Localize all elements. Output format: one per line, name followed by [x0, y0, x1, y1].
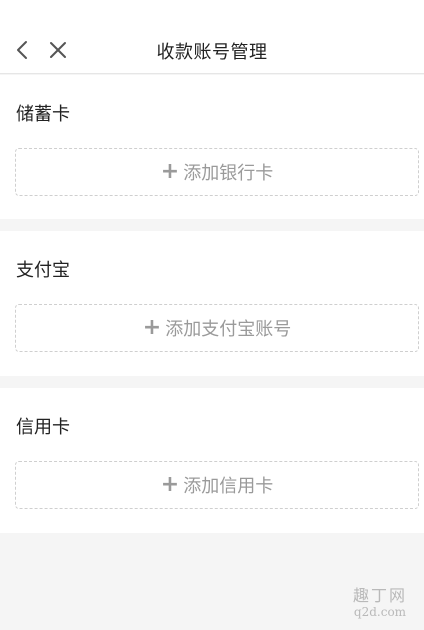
- section-label-savings-card: 储蓄卡: [16, 104, 70, 125]
- page-title: 收款账号管理: [156, 42, 268, 63]
- add-alipay-account-button[interactable]: + 添加支付宝账号: [15, 304, 419, 352]
- section-savings-card: 储蓄卡 + 添加银行卡: [0, 75, 424, 219]
- watermark: 趣丁网 q2d.com: [348, 588, 412, 624]
- add-credit-card-button[interactable]: + 添加信用卡: [15, 461, 419, 509]
- add-credit-card-label: 添加信用卡: [183, 476, 274, 497]
- header-bar: 收款账号管理: [0, 0, 424, 74]
- plus-icon: +: [160, 159, 180, 184]
- add-bank-card-button[interactable]: + 添加银行卡: [15, 148, 419, 196]
- add-alipay-account-label: 添加支付宝账号: [165, 319, 292, 340]
- watermark-top-text: 趣丁网: [352, 586, 407, 605]
- section-credit-card: 信用卡 + 添加信用卡: [0, 388, 424, 533]
- add-bank-card-label: 添加银行卡: [183, 163, 274, 184]
- plus-icon: +: [160, 472, 180, 497]
- section-alipay: 支付宝 + 添加支付宝账号: [0, 231, 424, 376]
- plus-icon: +: [142, 315, 162, 340]
- watermark-bottom-text: q2d.com: [353, 605, 407, 619]
- section-label-alipay: 支付宝: [16, 260, 70, 281]
- section-label-credit-card: 信用卡: [16, 417, 70, 438]
- app-root: 收款账号管理 储蓄卡 + 添加银行卡 支付宝 + 添加支付宝账号 信用卡 + 添…: [0, 0, 424, 630]
